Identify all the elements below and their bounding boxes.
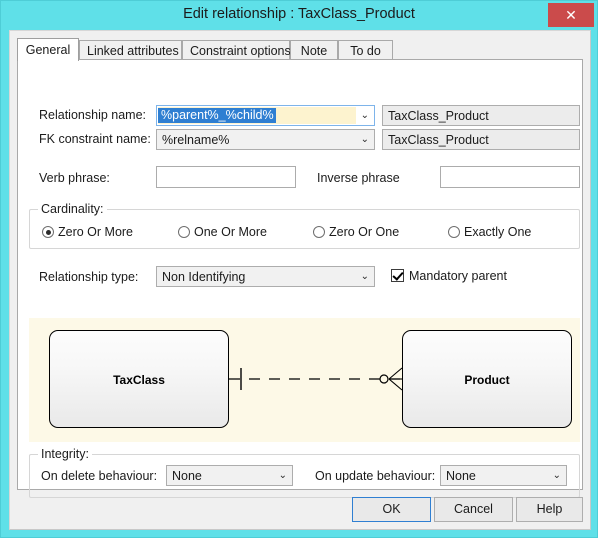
relationship-connector <box>229 367 403 391</box>
radio-label: Exactly One <box>464 225 532 239</box>
tab-linked-attributes[interactable]: Linked attributes <box>79 40 182 60</box>
relationship-type-combo[interactable]: Non Identifying ⌄ <box>156 266 375 287</box>
tab-general[interactable]: General <box>17 38 79 61</box>
tab-to-do[interactable]: To do <box>338 40 393 60</box>
on-update-behaviour-combo[interactable]: None ⌄ <box>440 465 567 486</box>
radio-label: Zero Or More <box>58 225 134 239</box>
radio-one-or-more[interactable]: One Or More <box>178 223 267 241</box>
radio-indicator <box>42 226 54 238</box>
tab-note[interactable]: Note <box>290 40 338 60</box>
relationship-diagram: TaxClass Product <box>29 318 580 442</box>
on-delete-behaviour-combo[interactable]: None ⌄ <box>166 465 293 486</box>
radio-indicator <box>178 226 190 238</box>
ok-button[interactable]: OK <box>352 497 431 522</box>
dialog-client-area: General Linked attributes Constraint opt… <box>9 30 591 530</box>
chevron-down-icon[interactable]: ⌄ <box>361 130 369 149</box>
radio-label: Zero Or One <box>329 225 400 239</box>
fk-constraint-name-value: %relname% <box>162 133 230 147</box>
integrity-group-title: Integrity: <box>38 447 92 461</box>
verb-phrase-label: Verb phrase: <box>39 171 110 185</box>
cardinality-group: Cardinality: Zero Or More One Or More Ze… <box>29 202 580 249</box>
chevron-down-icon[interactable]: ⌄ <box>361 267 369 286</box>
help-button[interactable]: Help <box>516 497 583 522</box>
mandatory-parent-checkbox[interactable]: Mandatory parent <box>391 267 507 285</box>
dialog-window: Edit relationship : TaxClass_Product ✕ G… <box>0 0 598 538</box>
inverse-phrase-label: Inverse phrase <box>317 171 400 185</box>
relationship-type-label: Relationship type: <box>39 270 139 284</box>
relationship-name-resolved-box: TaxClass_Product <box>382 105 580 126</box>
relationship-name-value: %parent%_%child% <box>158 108 276 123</box>
radio-zero-or-more[interactable]: Zero Or More <box>42 223 133 241</box>
radio-zero-or-one[interactable]: Zero Or One <box>313 223 399 241</box>
relationship-type-value: Non Identifying <box>162 270 246 284</box>
fk-constraint-resolved-value: TaxClass_Product <box>388 133 489 147</box>
on-delete-behaviour-value: None <box>172 469 202 483</box>
title-bar: Edit relationship : TaxClass_Product ✕ <box>1 1 597 30</box>
relationship-name-input[interactable]: %parent%_%child% <box>158 107 356 124</box>
inverse-phrase-input[interactable] <box>440 166 580 188</box>
radio-exactly-one[interactable]: Exactly One <box>448 223 531 241</box>
relationship-name-label: Relationship name: <box>39 108 147 122</box>
relationship-name-resolved-value: TaxClass_Product <box>388 109 489 123</box>
verb-phrase-input[interactable] <box>156 166 296 188</box>
tab-page-general: Relationship name: %parent%_%child% ⌄ Ta… <box>17 59 583 498</box>
fk-constraint-name-combo[interactable]: %relname% ⌄ <box>156 129 375 150</box>
dialog-title: Edit relationship : TaxClass_Product <box>183 6 415 22</box>
chevron-down-icon[interactable]: ⌄ <box>553 466 561 485</box>
tab-strip: General Linked attributes Constraint opt… <box>17 38 583 61</box>
cardinality-group-title: Cardinality: <box>38 202 107 216</box>
chevron-down-icon[interactable]: ⌄ <box>361 106 369 125</box>
integrity-group: Integrity: On delete behaviour: None ⌄ O… <box>29 447 580 498</box>
radio-indicator <box>448 226 460 238</box>
on-delete-behaviour-label: On delete behaviour: <box>41 469 158 483</box>
radio-indicator <box>313 226 325 238</box>
on-update-behaviour-value: None <box>446 469 476 483</box>
relationship-name-combo[interactable]: %parent%_%child% ⌄ <box>156 105 375 126</box>
radio-label: One Or More <box>194 225 267 239</box>
checkbox-indicator <box>391 269 404 282</box>
cancel-button[interactable]: Cancel <box>434 497 513 522</box>
mandatory-parent-label: Mandatory parent <box>409 269 507 283</box>
on-update-behaviour-label: On update behaviour: <box>315 469 436 483</box>
fk-constraint-resolved-box: TaxClass_Product <box>382 129 580 150</box>
fk-constraint-name-label: FK constraint name: <box>39 132 151 146</box>
close-icon[interactable]: ✕ <box>548 3 594 27</box>
chevron-down-icon[interactable]: ⌄ <box>279 466 287 485</box>
tab-constraint-options[interactable]: Constraint options <box>182 40 291 60</box>
